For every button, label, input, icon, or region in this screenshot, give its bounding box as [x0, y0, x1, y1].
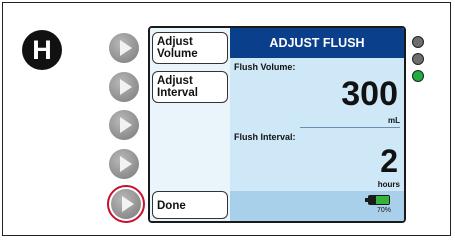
play-arrow-icon [120, 117, 132, 133]
battery-percent: 70% [376, 207, 391, 214]
indicator-led-1 [412, 36, 424, 48]
play-arrow-icon [120, 79, 132, 95]
flush-interval-value: 2 [380, 143, 398, 179]
flush-volume-value: 300 [341, 75, 398, 113]
divider [300, 127, 400, 128]
play-arrow-icon [120, 156, 132, 172]
indicator-led-2 [412, 53, 424, 65]
menu-column: Adjust Volume Adjust Interval Done [150, 28, 230, 221]
flush-volume-unit: mL [388, 116, 400, 125]
soft-key-adjust-volume[interactable] [109, 33, 139, 63]
battery-icon [365, 195, 390, 205]
device-screen: Adjust Volume Adjust Interval Done ADJUS… [148, 26, 406, 223]
adjust-interval-button[interactable]: Adjust Interval [152, 71, 228, 103]
flush-volume-label: Flush Volume: [234, 62, 296, 72]
screen-content: ADJUST FLUSH Flush Volume: 300 mL Flush … [230, 28, 404, 221]
flush-interval-label: Flush Interval: [234, 132, 296, 142]
play-arrow-icon [120, 40, 132, 56]
battery-fill [376, 196, 389, 204]
screen-title: ADJUST FLUSH [230, 28, 404, 58]
soft-key-4[interactable] [109, 149, 139, 179]
soft-key-adjust-interval[interactable] [109, 72, 139, 102]
adjust-volume-button[interactable]: Adjust Volume [152, 32, 228, 64]
status-footer: 70% [230, 191, 404, 221]
soft-key-3[interactable] [109, 110, 139, 140]
done-button[interactable]: Done [152, 191, 228, 219]
step-badge: H [22, 30, 62, 70]
flush-interval-unit: hours [377, 180, 400, 189]
indicator-led-3 [412, 70, 424, 82]
highlight-ring [107, 185, 145, 223]
